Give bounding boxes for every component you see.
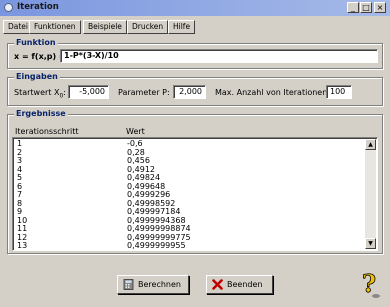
col-header-wert: Wert	[126, 127, 145, 136]
funktion-input[interactable]: 1-P*(3-X)/10	[60, 49, 378, 63]
app-icon	[4, 3, 13, 12]
menu-beispiele[interactable]: Beispiele	[83, 20, 127, 34]
iteration-step: 13	[17, 241, 28, 250]
max-iterationen-label: Max. Anzahl von Iterationen:	[215, 88, 330, 97]
minimize-button[interactable]: _	[347, 2, 359, 13]
parameter-label: Parameter P:	[118, 88, 170, 97]
beenden-label: Beenden	[227, 280, 263, 289]
scroll-down-icon[interactable]: ▼	[365, 238, 376, 249]
ergebnisse-group: Ergebnisse Iterationsschritt Wert 1 -0,6 2…	[7, 109, 383, 254]
funktion-label: x = f(x,p) =	[14, 52, 66, 61]
window-title: Iteration	[17, 2, 59, 12]
calculator-icon	[123, 279, 134, 290]
menu-funktionen[interactable]: Funktionen	[29, 20, 81, 34]
scroll-up-icon[interactable]: ▲	[365, 139, 376, 150]
menu-bar: Datei Funktionen Beispiele Drucken Hilfe	[0, 16, 390, 35]
close-x-icon	[212, 279, 223, 290]
results-scrollbar[interactable]: ▲ ▼	[365, 139, 376, 249]
close-button[interactable]: ×	[374, 2, 386, 13]
help-icon[interactable]: ?	[358, 270, 382, 300]
beenden-button[interactable]: Beenden	[206, 275, 273, 294]
col-header-iterationsschritt: Iterationsschritt	[15, 127, 79, 136]
maximize-button[interactable]: □	[360, 2, 372, 13]
startwert-input[interactable]: -5,000	[68, 85, 109, 99]
svg-text:?: ?	[362, 270, 376, 298]
eingaben-legend: Eingaben	[14, 72, 60, 81]
startwert-label-text: Startwert X	[14, 88, 60, 97]
menu-drucken[interactable]: Drucken	[127, 20, 169, 34]
berechnen-button[interactable]: Berechnen	[117, 275, 189, 294]
title-bar: Iteration _ □ ×	[0, 0, 390, 16]
results-list[interactable]: 1 -0,6 2 0,28 3 0,456 4 0,4912 5 0,49824 6 0,499648…	[12, 137, 378, 251]
max-iterationen-input[interactable]: 100	[326, 85, 352, 99]
berechnen-label: Berechnen	[138, 280, 181, 289]
list-item[interactable]: 13 0,4999999955	[13, 241, 377, 250]
iteration-value: 0,4999999955	[127, 241, 186, 250]
parameter-input[interactable]: 2,000	[173, 85, 206, 99]
funktion-legend: Funktion	[14, 38, 58, 47]
eingaben-group: Eingaben Startwert X0: -5,000 Parameter …	[7, 72, 383, 106]
startwert-label-colon: :	[63, 88, 66, 97]
ergebnisse-legend: Ergebnisse	[14, 109, 68, 118]
menu-hilfe[interactable]: Hilfe	[168, 20, 196, 34]
main-window: Iteration _ □ × Datei Funktionen Beispie…	[0, 0, 390, 307]
funktion-group: Funktion x = f(x,p) = 1-P*(3-X)/10	[7, 38, 383, 69]
startwert-label: Startwert X0:	[14, 88, 66, 100]
